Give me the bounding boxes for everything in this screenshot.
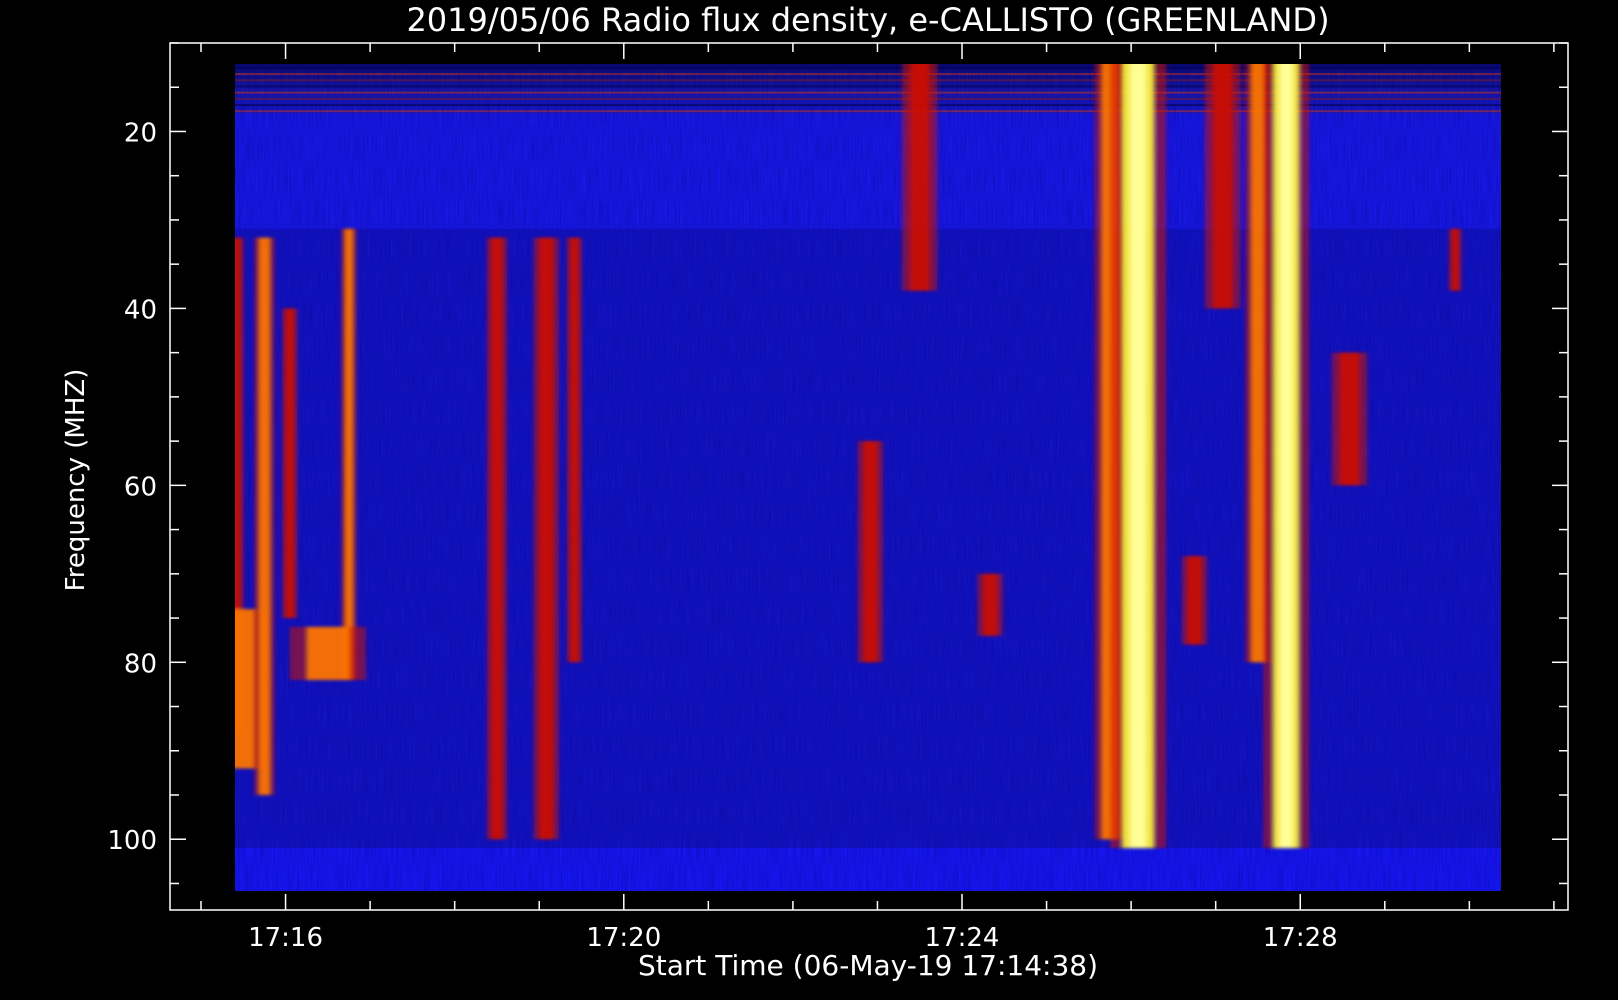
burst-core — [1339, 352, 1360, 486]
burst-core — [1250, 64, 1266, 663]
burst-core — [539, 237, 554, 840]
spectrogram-image — [235, 64, 1501, 891]
burst-core — [491, 237, 503, 840]
y-tick-label: 20 — [124, 118, 157, 148]
y-axis-label: Frequency (MHZ) — [61, 369, 91, 592]
burst-core — [1451, 228, 1459, 291]
burst-peak — [1130, 64, 1146, 849]
spectrogram-figure: 2019/05/06 Radio flux density, e-CALLIST… — [0, 0, 1618, 1000]
burst-core — [306, 626, 349, 680]
y-tick-label: 40 — [124, 295, 157, 325]
burst-peak — [1279, 64, 1293, 849]
x-axis-label: Start Time (06-May-19 17:14:38) — [638, 949, 1098, 982]
burst-core — [909, 64, 930, 291]
burst-core — [285, 308, 295, 619]
burst-core — [983, 573, 998, 636]
y-tick-label: 60 — [124, 472, 157, 502]
burst-core — [570, 237, 579, 663]
chart-title: 2019/05/06 Radio flux density, e-CALLIST… — [406, 1, 1329, 39]
burst-core — [344, 228, 354, 680]
burst-core — [258, 237, 271, 795]
burst-core — [1212, 64, 1233, 309]
y-tick-label: 80 — [124, 649, 157, 679]
burst-core — [863, 441, 878, 663]
x-tick-label: 17:16 — [248, 923, 323, 953]
spectrogram-plot: 20406080100 17:16 17:20 17:24 17:28 — [107, 42, 1569, 953]
burst-core — [1187, 556, 1202, 645]
x-tick-label: 17:28 — [1263, 923, 1338, 953]
y-tick-label: 100 — [107, 826, 157, 856]
